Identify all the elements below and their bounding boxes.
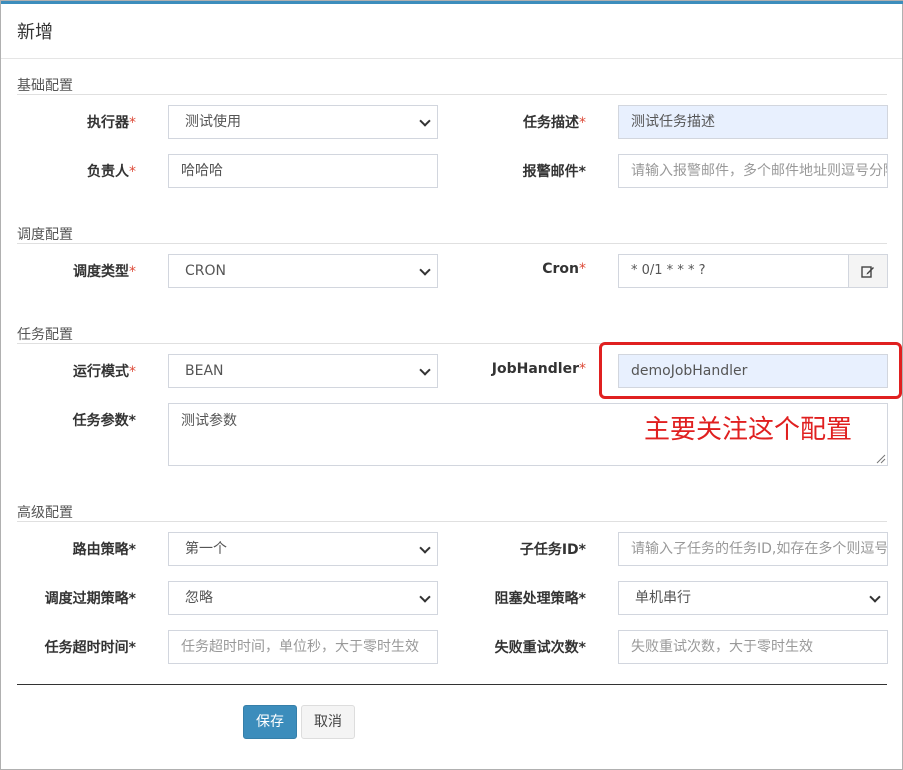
block-strategy-value: 单机串行	[635, 590, 691, 606]
misfire-strategy-value: 忽略	[185, 590, 213, 606]
section-title-basic: 基础配置	[17, 78, 73, 94]
highlight-annotation-box	[599, 342, 902, 399]
executor-label: 执行器*	[87, 115, 136, 131]
route-strategy-value: 第一个	[185, 541, 227, 557]
cron-label: Cron*	[542, 261, 586, 277]
add-job-modal: 新增 基础配置 执行器* 测试使用 任务描述* 测试任务描述 负责人* 哈哈哈 …	[0, 0, 903, 770]
child-job-id-input[interactable]: 请输入子任务的任务ID,如存在多个则逗号分隔	[618, 532, 888, 566]
chevron-down-icon	[413, 582, 437, 614]
glue-type-select[interactable]: BEAN	[168, 354, 438, 388]
section-divider	[17, 94, 887, 95]
job-handler-label: JobHandler*	[491, 361, 586, 377]
route-strategy-select[interactable]: 第一个	[168, 532, 438, 566]
block-strategy-select[interactable]: 单机串行	[618, 581, 888, 615]
block-strategy-label: 阻塞处理策略*	[494, 591, 586, 607]
chevron-down-icon	[413, 533, 437, 565]
section-divider	[17, 243, 887, 244]
section-divider	[17, 521, 887, 522]
section-title-schedule: 调度配置	[17, 227, 73, 243]
glue-type-label: 运行模式*	[73, 364, 136, 380]
cron-edit-button[interactable]	[848, 254, 888, 288]
schedule-type-select[interactable]: CRON	[168, 254, 438, 288]
chevron-down-icon	[413, 355, 437, 387]
section-title-advanced: 高级配置	[17, 505, 73, 521]
resize-grip-icon[interactable]	[876, 454, 886, 464]
timeout-label: 任务超时时间*	[44, 640, 136, 656]
route-strategy-label: 路由策略*	[72, 542, 136, 558]
job-param-value: 测试参数	[181, 413, 237, 429]
save-button[interactable]: 保存	[243, 705, 297, 739]
executor-select-value: 测试使用	[185, 114, 241, 130]
author-label: 负责人*	[87, 164, 136, 180]
modal-title: 新增	[17, 22, 53, 43]
edit-icon	[861, 266, 874, 278]
job-param-label: 任务参数*	[72, 413, 136, 429]
job-desc-label: 任务描述*	[523, 115, 586, 131]
schedule-type-label: 调度类型*	[73, 264, 136, 280]
timeout-input[interactable]: 任务超时时间，单位秒，大于零时生效	[168, 630, 438, 664]
schedule-type-value: CRON	[185, 263, 226, 279]
executor-select[interactable]: 测试使用	[168, 105, 438, 139]
cancel-button[interactable]: 取消	[301, 705, 355, 739]
annotation-text: 主要关注这个配置	[644, 415, 853, 445]
job-desc-input[interactable]: 测试任务描述	[618, 105, 888, 139]
fail-retry-input[interactable]: 失败重试次数，大于零时生效	[618, 630, 888, 664]
misfire-strategy-label: 调度过期策略*	[44, 591, 136, 607]
section-title-task: 任务配置	[17, 327, 73, 343]
chevron-down-icon	[413, 255, 437, 287]
footer-divider	[17, 684, 887, 685]
misfire-strategy-select[interactable]: 忽略	[168, 581, 438, 615]
chevron-down-icon	[413, 106, 437, 138]
author-input[interactable]: 哈哈哈	[168, 154, 438, 188]
alarm-email-input[interactable]: 请输入报警邮件，多个邮件地址则逗号分隔	[618, 154, 888, 188]
child-job-id-label: 子任务ID*	[519, 542, 586, 558]
fail-retry-label: 失败重试次数*	[494, 640, 586, 656]
chevron-down-icon	[863, 582, 887, 614]
cron-input[interactable]: * 0/1 * * * ?	[618, 254, 849, 288]
modal-header: 新增	[1, 1, 902, 59]
alarm-email-label: 报警邮件*	[522, 164, 586, 180]
glue-type-value: BEAN	[185, 363, 224, 379]
